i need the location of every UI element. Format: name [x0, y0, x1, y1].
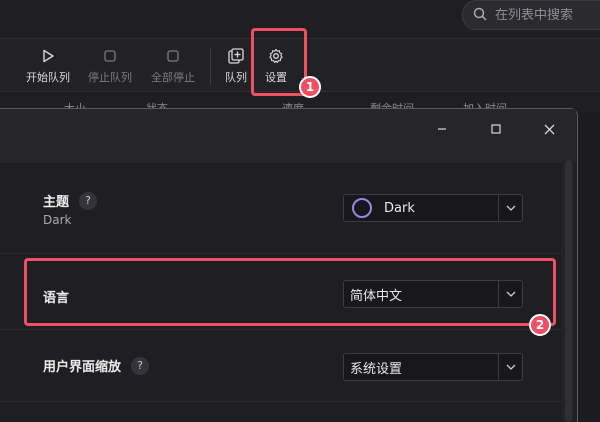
row-divider [0, 253, 562, 254]
highlight-language-row [24, 258, 556, 326]
stop-all-icon [164, 47, 182, 65]
chevron-down-icon[interactable] [498, 195, 522, 221]
theme-select[interactable]: Dark [343, 194, 523, 222]
theme-select-text: Dark [384, 200, 415, 216]
queue-button[interactable]: 队列 [225, 47, 247, 85]
ui-scale-select[interactable]: 系统设置 [343, 353, 523, 381]
maximize-icon[interactable] [484, 119, 508, 139]
queue-add-icon [227, 47, 245, 65]
stop-queue-button[interactable]: 停止队列 [88, 47, 132, 85]
toolbar-divider [210, 47, 211, 85]
chevron-down-icon[interactable] [498, 354, 522, 380]
theme-swatch-icon [352, 198, 372, 218]
scrollbar-thumb[interactable] [565, 160, 572, 422]
stop-all-button[interactable]: 全部停止 [151, 47, 195, 85]
close-icon[interactable] [537, 119, 561, 139]
theme-label: 主题 [43, 195, 70, 210]
help-icon[interactable]: ? [131, 356, 150, 375]
theme-select-value: Dark [344, 198, 498, 218]
step-badge-1: 1 [299, 76, 321, 98]
start-queue-label: 开始队列 [26, 71, 70, 84]
play-icon [39, 47, 57, 65]
stop-icon [101, 47, 119, 65]
theme-current-value: Dark [43, 213, 72, 227]
ui-scale-select-text: 系统设置 [350, 361, 403, 377]
step-badge-2: 2 [529, 314, 551, 336]
row-divider [0, 329, 562, 330]
ui-scale-label: 用户界面缩放 [43, 360, 122, 375]
row-divider [0, 401, 562, 402]
dialog-titlebar [0, 109, 576, 163]
stop-all-label: 全部停止 [151, 71, 195, 84]
stop-queue-label: 停止队列 [88, 71, 132, 84]
help-icon[interactable]: ? [79, 191, 98, 210]
settings-scrollbar[interactable] [562, 160, 574, 422]
theme-row-label: 主题 ? [43, 191, 98, 210]
minimize-icon[interactable] [430, 119, 454, 139]
ui-scale-select-value: 系统设置 [344, 358, 498, 377]
search-input[interactable] [495, 7, 600, 23]
search-box[interactable] [462, 0, 600, 30]
ui-scale-row-label: 用户界面缩放 ? [43, 356, 150, 375]
queue-label: 队列 [225, 71, 247, 84]
start-queue-button[interactable]: 开始队列 [26, 47, 70, 85]
search-icon [473, 6, 487, 25]
